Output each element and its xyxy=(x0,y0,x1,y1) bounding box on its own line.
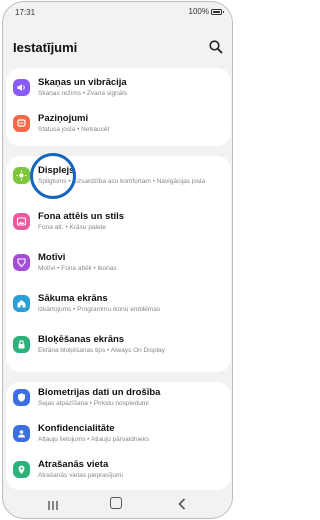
page-title: Iestatījumi xyxy=(13,40,78,55)
themes-icon xyxy=(13,254,30,271)
home-button[interactable] xyxy=(110,497,122,509)
status-bar: 17:31 100% xyxy=(3,2,232,24)
item-title: Bloķēšanas ekrāns xyxy=(38,334,125,345)
settings-item-lock-screen[interactable]: Bloķēšanas ekrāns Ekrāna bloķēšanas tips… xyxy=(6,329,231,365)
item-title: Fona attēls un stils xyxy=(38,211,125,222)
item-subtitle: Sejas atpazīšana • Pirkstu nospiedumi xyxy=(38,400,149,407)
settings-item-sound[interactable]: Skaņas un vibrācija Skaņas režīms • Zvan… xyxy=(6,72,231,108)
item-subtitle: Statusa josla • Netraucēt xyxy=(38,126,110,133)
highlight-circle xyxy=(30,153,76,199)
settings-item-notifications[interactable]: Paziņojumi Statusa josla • Netraucēt xyxy=(6,108,231,144)
item-subtitle: Atrašanās vietas pieprasījumi xyxy=(38,472,123,479)
item-subtitle: Atļauju lietojums • Atļauju pārvaldnieks xyxy=(38,436,150,443)
item-title: Motīvi xyxy=(38,252,66,263)
item-subtitle: Izkārtojums • Programmu ikonu emblēmas xyxy=(38,306,161,313)
item-subtitle: Skaņas režīms • Zvana signāls xyxy=(38,90,127,97)
status-right: 100% xyxy=(188,7,224,16)
back-button[interactable] xyxy=(176,497,188,510)
back-icon xyxy=(178,498,185,510)
bell-icon xyxy=(13,115,30,132)
settings-item-location[interactable]: Atrašanās vieta Atrašanās vietas piepras… xyxy=(6,454,231,490)
item-title: Biometrijas dati un drošība xyxy=(38,387,161,398)
item-subtitle: Motīvi • Fona attēli • Ikonas xyxy=(38,265,117,272)
search-icon xyxy=(209,40,223,54)
phone-frame: 17:31 100% Iestatījumi Skaņas un vibrāci… xyxy=(2,1,233,519)
sun-icon xyxy=(13,167,30,184)
item-title: Skaņas un vibrācija xyxy=(38,77,127,88)
item-title: Paziņojumi xyxy=(38,113,89,124)
home-icon xyxy=(13,295,30,312)
status-time: 17:31 xyxy=(15,8,36,17)
settings-group-sound: Skaņas un vibrācija Skaņas režīms • Zvan… xyxy=(6,68,231,146)
location-icon xyxy=(13,461,30,478)
battery-icon xyxy=(211,8,224,15)
settings-item-themes[interactable]: Motīvi Motīvi • Fona attēli • Ikonas xyxy=(6,247,231,283)
search-button[interactable] xyxy=(208,39,224,55)
settings-group-security: Biometrijas dati un drošība Sejas atpazī… xyxy=(6,382,231,490)
recents-button[interactable] xyxy=(47,498,59,510)
item-title: Atrašanās vieta xyxy=(38,459,109,470)
item-title: Konfidencialitāte xyxy=(38,423,115,434)
lock-icon xyxy=(13,336,30,353)
navigation-bar xyxy=(3,490,232,518)
battery-level: 100% xyxy=(188,7,209,16)
recents-icon xyxy=(48,501,58,510)
settings-item-home-screen[interactable]: Sākuma ekrāns Izkārtojums • Programmu ik… xyxy=(6,288,231,324)
item-subtitle: Ekrāna bloķēšanas tips • Always On Displ… xyxy=(38,347,165,354)
header: Iestatījumi xyxy=(3,24,232,68)
item-subtitle: Fona att. • Krāsu palete xyxy=(38,224,107,231)
privacy-icon xyxy=(13,425,30,442)
settings-item-biometrics[interactable]: Biometrijas dati un drošība Sejas atpazī… xyxy=(6,382,231,418)
item-title: Sākuma ekrāns xyxy=(38,293,108,304)
shield-icon xyxy=(13,389,30,406)
image-icon xyxy=(13,213,30,230)
volume-icon xyxy=(13,79,30,96)
settings-item-privacy[interactable]: Konfidencialitāte Atļauju lietojums • At… xyxy=(6,418,231,454)
settings-item-wallpaper[interactable]: Fona attēls un stils Fona att. • Krāsu p… xyxy=(6,206,231,242)
